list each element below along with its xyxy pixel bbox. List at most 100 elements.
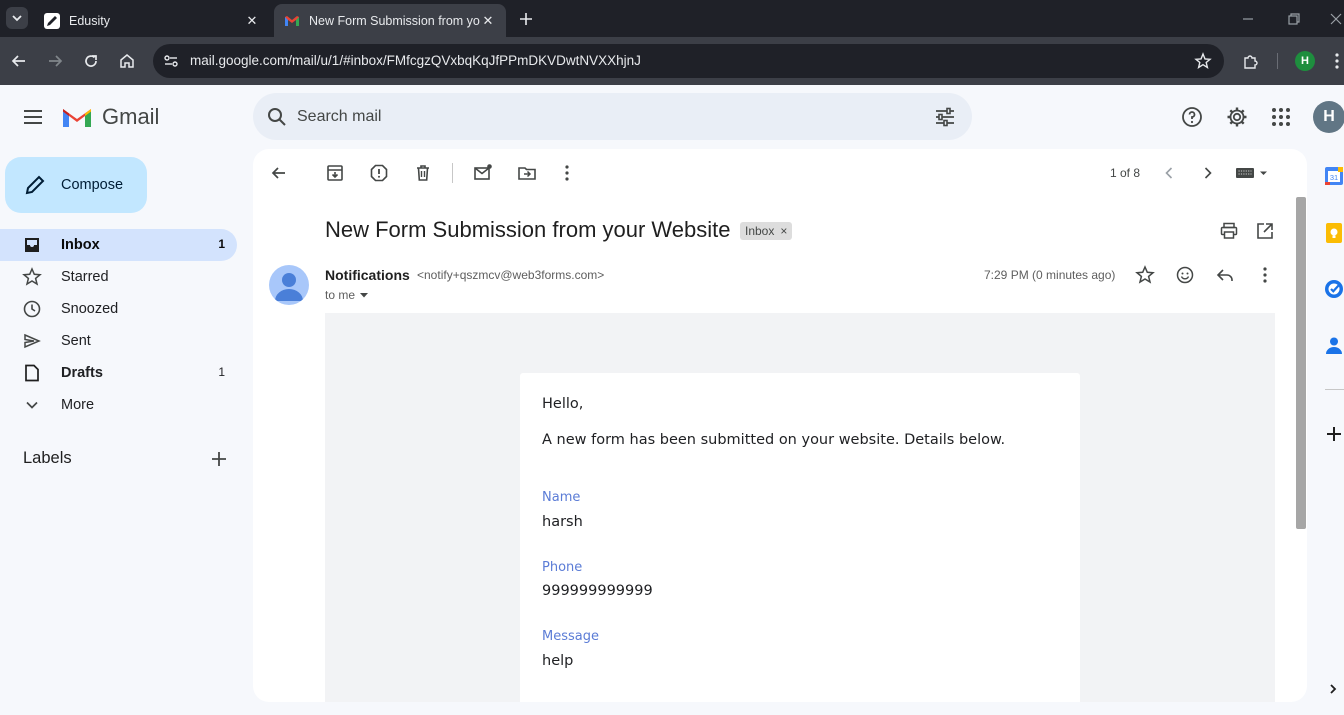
nav-item-sent[interactable]: Sent xyxy=(0,325,237,357)
main-menu-icon[interactable] xyxy=(21,105,45,129)
close-window-icon[interactable] xyxy=(1326,9,1344,29)
back-to-inbox-icon[interactable] xyxy=(269,163,289,183)
back-button[interactable] xyxy=(7,49,31,73)
minimize-icon[interactable] xyxy=(1238,9,1258,29)
clock-icon xyxy=(23,300,41,318)
close-tab-icon[interactable]: ✕ xyxy=(480,13,496,29)
nav-item-starred[interactable]: Starred xyxy=(0,261,237,293)
nav-label: Starred xyxy=(61,269,109,285)
caret-down-icon xyxy=(360,293,369,298)
pagination-text: 1 of 8 xyxy=(1110,166,1141,180)
browser-tab-gmail[interactable]: New Form Submission from your ✕ xyxy=(274,4,506,37)
nav-label: Sent xyxy=(61,333,91,349)
unread-count: 1 xyxy=(218,237,225,251)
report-spam-icon[interactable] xyxy=(369,163,389,183)
browser-tab-bar: Edusity ✕ New Form Submission from your … xyxy=(0,0,1344,37)
browser-menu-button[interactable] xyxy=(1330,49,1344,73)
arrow-back-icon xyxy=(11,55,25,67)
home-button[interactable] xyxy=(115,49,139,73)
bookmark-star-icon[interactable] xyxy=(1194,52,1212,70)
email-body-background: Hello, A new form has been submitted on … xyxy=(325,313,1275,702)
mark-unread-icon[interactable] xyxy=(473,163,493,183)
nav-item-more[interactable]: More xyxy=(0,389,237,421)
settings-gear-icon[interactable] xyxy=(1225,105,1249,129)
add-label-icon[interactable] xyxy=(208,448,230,470)
gmail-wordmark: Gmail xyxy=(102,104,160,129)
puzzle-icon xyxy=(1244,55,1258,69)
nav-item-inbox[interactable]: Inbox 1 xyxy=(0,229,237,261)
show-side-panel-chevron-icon[interactable] xyxy=(1323,679,1341,699)
search-options-icon[interactable] xyxy=(933,105,957,129)
home-icon xyxy=(120,54,134,68)
account-avatar[interactable]: H xyxy=(1313,101,1344,133)
site-settings-icon[interactable] xyxy=(162,52,180,70)
compose-button[interactable]: Compose xyxy=(5,157,147,213)
open-in-new-window-icon[interactable] xyxy=(1255,221,1275,241)
more-vert-icon[interactable] xyxy=(1255,265,1275,285)
calendar-app-icon[interactable]: 31 xyxy=(1323,165,1344,187)
get-addons-plus-icon[interactable] xyxy=(1323,423,1344,445)
chevron-down-icon xyxy=(26,401,38,409)
email-body-card: Hello, A new form has been submitted on … xyxy=(520,373,1080,702)
more-options-icon[interactable] xyxy=(557,163,577,183)
star-icon[interactable] xyxy=(1135,265,1155,285)
extensions-button[interactable] xyxy=(1239,49,1263,73)
side-panel-divider xyxy=(1325,389,1344,390)
pencil-icon xyxy=(25,175,45,195)
reload-button[interactable] xyxy=(79,49,103,73)
inbox-label-chip: Inbox × xyxy=(740,222,793,240)
help-icon[interactable] xyxy=(1180,105,1204,129)
forward-button[interactable] xyxy=(43,49,67,73)
field-label-phone: Phone xyxy=(542,560,583,575)
recipient-text: to me xyxy=(325,288,356,302)
emoji-reaction-icon[interactable] xyxy=(1175,265,1195,285)
move-to-icon[interactable] xyxy=(517,163,537,183)
labels-heading: Labels xyxy=(23,449,72,467)
close-tab-icon[interactable]: ✕ xyxy=(244,13,260,29)
reply-icon[interactable] xyxy=(1215,265,1235,285)
search-bar xyxy=(253,93,972,140)
nav-label: Snoozed xyxy=(61,301,119,317)
address-bar[interactable]: mail.google.com/mail/u/1/#inbox/FMfcgzQV… xyxy=(153,44,1224,78)
nav-item-drafts[interactable]: Drafts 1 xyxy=(0,357,237,389)
restore-icon[interactable] xyxy=(1284,9,1304,29)
browser-profile-avatar[interactable]: H xyxy=(1295,51,1315,71)
apps-grid-icon[interactable] xyxy=(1269,105,1293,129)
url-text: mail.google.com/mail/u/1/#inbox/FMfcgzQV… xyxy=(190,53,641,68)
compose-label: Compose xyxy=(61,177,124,193)
tasks-app-icon[interactable] xyxy=(1323,278,1344,300)
older-chevron-icon[interactable] xyxy=(1198,163,1218,183)
tab-search-button[interactable] xyxy=(6,7,28,29)
print-icon[interactable] xyxy=(1219,221,1239,241)
arrow-forward-icon xyxy=(49,55,63,67)
nav-item-snoozed[interactable]: Snoozed xyxy=(0,293,237,325)
inbox-icon xyxy=(25,238,39,252)
keep-app-icon[interactable] xyxy=(1323,222,1344,244)
remove-label-icon[interactable]: × xyxy=(780,224,787,238)
tab-title: New Form Submission from your xyxy=(309,13,480,28)
nav-label: Drafts xyxy=(61,365,103,381)
nav-label: More xyxy=(61,397,95,413)
browser-tab-edusity[interactable]: Edusity ✕ xyxy=(34,4,270,37)
message-scrollbar[interactable] xyxy=(1296,197,1306,529)
gmail-logo-icon[interactable] xyxy=(61,105,93,129)
more-vert-icon xyxy=(1335,53,1339,69)
search-input[interactable] xyxy=(297,106,897,128)
sender-avatar[interactable] xyxy=(269,265,309,305)
search-icon[interactable] xyxy=(265,105,289,129)
new-tab-icon[interactable] xyxy=(516,9,536,29)
input-tools-keyboard-icon[interactable] xyxy=(1235,163,1269,183)
draft-icon xyxy=(25,364,39,382)
sender-name[interactable]: Notifications xyxy=(325,267,410,283)
recipient-details[interactable]: to me xyxy=(325,288,369,302)
person-icon xyxy=(275,273,303,301)
field-value-phone: 999999999999 xyxy=(542,583,653,599)
delete-icon[interactable] xyxy=(413,163,433,183)
label-chip-text: Inbox xyxy=(745,224,775,238)
message-timestamp: 7:29 PM (0 minutes ago) xyxy=(984,268,1116,282)
message-pane: 1 of 8 New Form Submission from your Web… xyxy=(253,149,1307,702)
contacts-app-icon[interactable] xyxy=(1323,334,1344,356)
toolbar-divider xyxy=(1277,53,1278,69)
archive-icon[interactable] xyxy=(325,163,345,183)
newer-chevron-icon[interactable] xyxy=(1159,163,1179,183)
